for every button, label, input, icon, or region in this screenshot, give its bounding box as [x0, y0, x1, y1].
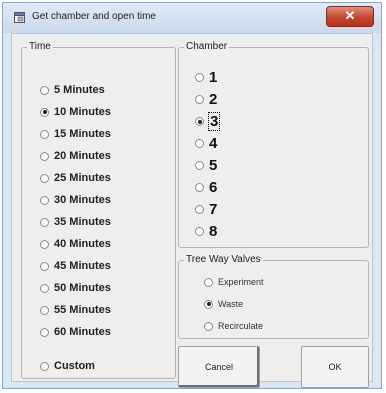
- time-option-label: 35 Minutes: [54, 216, 111, 228]
- time-option-50[interactable]: 50 Minutes: [40, 282, 111, 294]
- time-option-label: 30 Minutes: [54, 194, 111, 206]
- radio-button[interactable]: [40, 85, 49, 95]
- chamber-option-label: 2: [209, 91, 218, 108]
- time-option-40[interactable]: 40 Minutes: [40, 238, 111, 250]
- time-option-label: 40 Minutes: [54, 238, 111, 250]
- radio-button[interactable]: [195, 139, 204, 148]
- chamber-option-4[interactable]: 4: [195, 135, 217, 152]
- radio-button[interactable]: [195, 183, 204, 192]
- time-option-label: Custom: [54, 360, 95, 372]
- chamber-option-3[interactable]: 3: [195, 112, 221, 131]
- radio-button[interactable]: [40, 217, 49, 227]
- chamber-option-label: 4: [209, 135, 218, 152]
- time-option-label: 50 Minutes: [54, 282, 111, 294]
- time-option-label: 10 Minutes: [54, 106, 111, 118]
- time-option-label: 45 Minutes: [54, 260, 111, 272]
- valve-option-label: Experiment: [218, 277, 264, 287]
- time-option-label: 60 Minutes: [54, 326, 111, 338]
- radio-button[interactable]: [204, 321, 213, 331]
- radio-button-selected[interactable]: [40, 107, 49, 117]
- time-option-20[interactable]: 20 Minutes: [40, 150, 111, 162]
- close-button[interactable]: ✕: [326, 6, 374, 27]
- close-icon: ✕: [344, 8, 356, 23]
- time-option-25[interactable]: 25 Minutes: [40, 172, 111, 184]
- valve-option-waste[interactable]: Waste: [204, 299, 243, 309]
- chamber-option-1[interactable]: 1: [195, 69, 217, 86]
- title-bar[interactable]: Get chamber and open time ✕: [3, 3, 381, 33]
- dialog-client-area: Time 5 Minutes 10 Minutes 15 Minutes 20 …: [11, 33, 373, 388]
- time-option-label: 20 Minutes: [54, 150, 111, 162]
- time-option-55[interactable]: 55 Minutes: [40, 304, 111, 316]
- valves-groupbox-label: Tree Way Valves: [184, 254, 263, 265]
- time-option-60[interactable]: 60 Minutes: [40, 326, 111, 338]
- chamber-option-label: 8: [209, 223, 218, 240]
- chamber-option-label: 6: [209, 179, 218, 196]
- radio-button[interactable]: [40, 305, 49, 315]
- dialog-window: Get chamber and open time ✕ Time 5 Minut…: [2, 2, 382, 389]
- time-option-custom[interactable]: Custom: [40, 360, 95, 372]
- time-groupbox-label: Time: [27, 41, 53, 52]
- radio-button[interactable]: [40, 283, 49, 293]
- valves-groupbox: Tree Way Valves Experiment Waste Recircu…: [178, 254, 369, 339]
- radio-button[interactable]: [204, 277, 213, 287]
- chamber-option-6[interactable]: 6: [195, 179, 217, 196]
- chamber-option-label: 3: [207, 112, 221, 131]
- radio-button[interactable]: [195, 227, 204, 236]
- chamber-option-5[interactable]: 5: [195, 157, 217, 174]
- valve-option-label: Recirculate: [218, 321, 264, 331]
- time-option-label: 55 Minutes: [54, 304, 111, 316]
- radio-button[interactable]: [40, 239, 49, 249]
- time-option-35[interactable]: 35 Minutes: [40, 216, 111, 228]
- radio-button[interactable]: [195, 73, 204, 82]
- chamber-option-label: 1: [209, 69, 218, 86]
- time-option-label: 15 Minutes: [54, 128, 111, 140]
- ok-button[interactable]: OK: [301, 346, 369, 388]
- cancel-button[interactable]: Cancel: [178, 346, 260, 388]
- radio-button[interactable]: [40, 261, 49, 271]
- radio-button[interactable]: [195, 205, 204, 214]
- chamber-option-7[interactable]: 7: [195, 201, 217, 218]
- radio-button-selected[interactable]: [204, 299, 213, 309]
- chamber-groupbox: Chamber 1 2 3 4 5 6 7 8: [178, 41, 369, 248]
- radio-button[interactable]: [40, 327, 49, 337]
- time-option-label: 5 Minutes: [54, 84, 105, 96]
- window-title: Get chamber and open time: [32, 11, 156, 22]
- radio-button[interactable]: [195, 95, 204, 104]
- radio-button[interactable]: [40, 129, 49, 139]
- valve-option-label: Waste: [218, 299, 244, 309]
- app-icon: [14, 12, 25, 23]
- chamber-option-2[interactable]: 2: [195, 91, 217, 108]
- time-option-10[interactable]: 10 Minutes: [40, 106, 111, 118]
- valve-option-recirculate[interactable]: Recirculate: [204, 321, 263, 331]
- radio-button[interactable]: [40, 361, 49, 371]
- time-option-45[interactable]: 45 Minutes: [40, 260, 111, 272]
- radio-button[interactable]: [40, 195, 49, 205]
- time-option-5[interactable]: 5 Minutes: [40, 84, 105, 96]
- radio-button[interactable]: [40, 173, 49, 183]
- time-option-15[interactable]: 15 Minutes: [40, 128, 111, 140]
- chamber-option-label: 7: [209, 201, 218, 218]
- chamber-option-label: 5: [209, 157, 218, 174]
- chamber-option-8[interactable]: 8: [195, 223, 217, 240]
- valve-option-experiment[interactable]: Experiment: [204, 277, 264, 287]
- radio-button[interactable]: [195, 161, 204, 170]
- radio-button[interactable]: [40, 151, 49, 161]
- time-option-label: 25 Minutes: [54, 172, 111, 184]
- radio-button-selected[interactable]: [195, 117, 204, 126]
- chamber-groupbox-label: Chamber: [184, 41, 230, 52]
- time-groupbox: Time 5 Minutes 10 Minutes 15 Minutes 20 …: [21, 41, 176, 379]
- time-option-30[interactable]: 30 Minutes: [40, 194, 111, 206]
